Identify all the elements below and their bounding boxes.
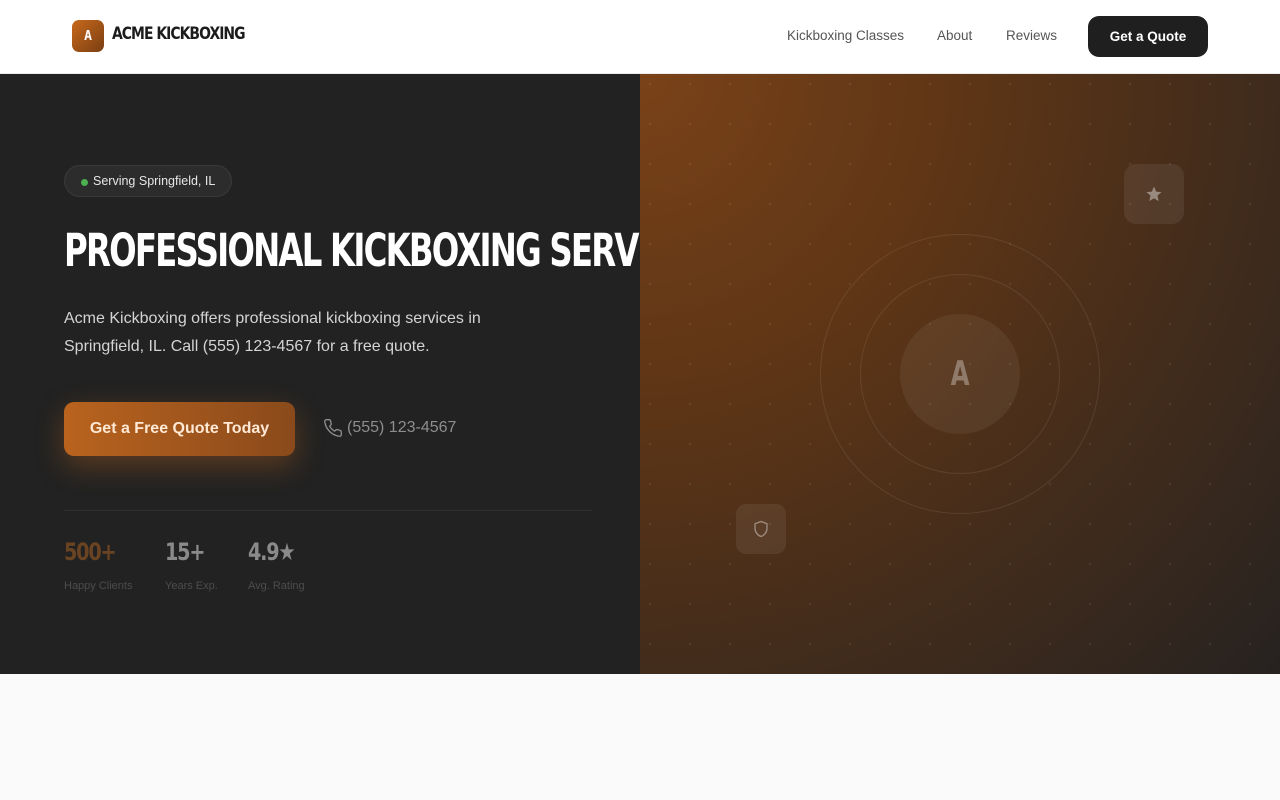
nav-link-kickboxing-classes[interactable]: Kickboxing Classes	[787, 28, 904, 43]
brand-name[interactable]: ACME KICKBOXING	[112, 24, 246, 44]
shield-icon	[754, 520, 768, 538]
hero-title: PROFESSIONAL KICKBOXING SERVICES	[64, 224, 714, 277]
nav-link-about[interactable]: About	[937, 28, 972, 43]
phone-link[interactable]: (555) 123-4567	[323, 418, 456, 438]
phone-number: (555) 123-4567	[347, 419, 457, 436]
monogram-circle: A	[900, 314, 1020, 434]
nav-link-reviews[interactable]: Reviews	[1006, 28, 1057, 43]
get-quote-button[interactable]: Get a Quote	[1088, 16, 1208, 57]
location-badge: Serving Springfield, IL	[64, 165, 233, 197]
location-badge-label: Serving Springfield, IL	[93, 174, 216, 188]
stat-label-rating: Avg. Rating	[248, 580, 305, 592]
phone-icon	[324, 418, 343, 437]
stat-value-years: 15+	[165, 538, 205, 566]
next-section	[0, 674, 1280, 800]
shield-tile	[736, 504, 786, 554]
stat-value-clients: 500+	[64, 538, 117, 566]
hero-visual: A	[640, 74, 1280, 674]
hero-content: Serving Springfield, IL PROFESSIONAL KIC…	[0, 74, 714, 674]
free-quote-button[interactable]: Get a Free Quote Today	[64, 402, 295, 456]
divider	[64, 510, 592, 511]
star-tile	[1124, 164, 1184, 224]
hero-description: Acme Kickboxing offers professional kick…	[64, 310, 481, 355]
stat-label-clients: Happy Clients	[64, 580, 133, 592]
logo-mark[interactable]: A	[72, 20, 104, 52]
status-dot-icon	[81, 179, 88, 186]
stat-label-years: Years Exp.	[165, 580, 218, 592]
star-icon	[1146, 186, 1162, 202]
monogram-letter: A	[950, 354, 970, 394]
site-header: A ACME KICKBOXING Kickboxing Classes Abo…	[0, 0, 1280, 74]
stat-value-rating: 4.9★	[248, 538, 296, 566]
